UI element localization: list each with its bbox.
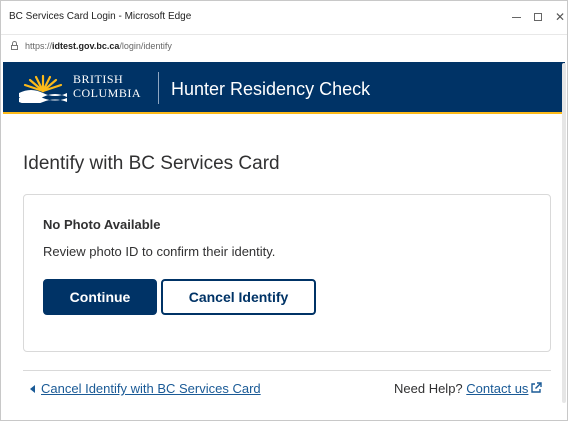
- maximize-icon: [534, 13, 542, 21]
- bc-sun-logo-icon: [19, 74, 67, 103]
- help-text: Need Help?: [394, 381, 467, 396]
- contact-us-link[interactable]: Contact us: [466, 381, 528, 396]
- external-link-icon: [531, 382, 543, 393]
- lock-icon: [11, 41, 18, 50]
- app-title: Hunter Residency Check: [171, 79, 371, 99]
- continue-button[interactable]: Continue: [43, 279, 157, 315]
- address-bar[interactable]: https://idtest.gov.bc.ca/login/identify: [1, 34, 567, 58]
- minimize-icon: [511, 16, 521, 18]
- cancel-identify-link-label[interactable]: Cancel Identify with BC Services Card: [41, 381, 261, 396]
- header-divider: [158, 72, 159, 104]
- window-title: BC Services Card Login - Microsoft Edge: [9, 11, 192, 22]
- scrollbar[interactable]: [561, 59, 567, 419]
- browser-window: BC Services Card Login - Microsoft Edge …: [0, 0, 568, 421]
- card-heading: No Photo Available: [43, 217, 161, 232]
- close-button[interactable]: ✕: [545, 5, 568, 29]
- help-section: Need Help? Contact us: [394, 381, 543, 396]
- url-text[interactable]: https://idtest.gov.bc.ca/login/identify: [25, 41, 172, 51]
- close-icon: ✕: [554, 10, 566, 24]
- chevron-left-icon: [30, 384, 35, 393]
- identify-card: No Photo Available Review photo ID to co…: [23, 194, 551, 352]
- footer-divider: [23, 370, 551, 371]
- bc-wordmark: BRITISH COLUMBIA: [73, 72, 142, 100]
- cancel-identify-button[interactable]: Cancel Identify: [161, 279, 316, 315]
- site-header: BRITISH COLUMBIA Hunter Residency Check: [3, 62, 565, 114]
- page-title: Identify with BC Services Card: [23, 153, 280, 174]
- title-bar: BC Services Card Login - Microsoft Edge …: [1, 1, 567, 33]
- cancel-identify-link[interactable]: Cancel Identify with BC Services Card: [30, 381, 261, 396]
- card-text: Review photo ID to confirm their identit…: [43, 244, 276, 259]
- scrollbar-thumb[interactable]: [562, 63, 566, 403]
